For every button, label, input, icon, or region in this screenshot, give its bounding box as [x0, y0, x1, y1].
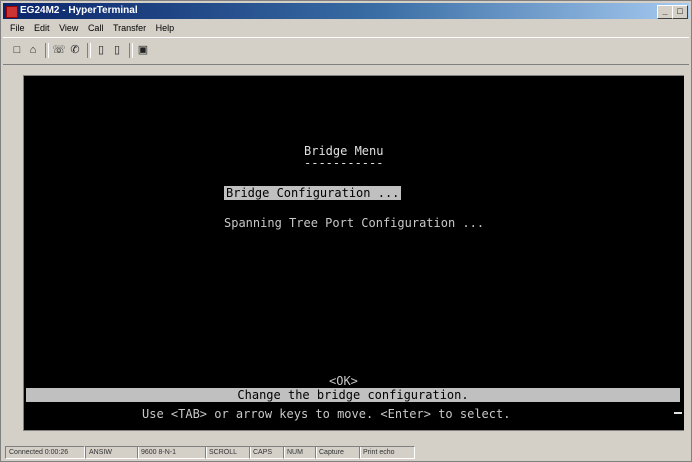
status-bar: Connected 0:00:26 ANSIW 9600 8-N-1 SCROL… [3, 445, 689, 459]
menu-transfer[interactable]: Transfer [113, 21, 146, 35]
toolbar: □ ⌂ ☏ ✆ ▯ ▯ ▣ [3, 37, 689, 65]
maximize-button[interactable]: □ [672, 5, 688, 19]
menu-help[interactable]: Help [156, 21, 175, 35]
status-port-settings: 9600 8-N-1 [137, 446, 207, 459]
status-emulation: ANSIW [85, 446, 139, 459]
toolbar-separator [45, 43, 49, 58]
menu-item-spanning-tree-port-configuration[interactable]: Spanning Tree Port Configuration ... [224, 216, 484, 230]
send-icon[interactable]: ▯ [93, 43, 109, 58]
menu-bar: File Edit View Call Transfer Help [3, 21, 689, 35]
text-cursor [674, 412, 682, 414]
window-title: EG24M2 - HyperTerminal [20, 5, 138, 16]
terminal-status-text: Change the bridge configuration. [26, 388, 680, 402]
toolbar-separator [129, 43, 133, 58]
menu-edit[interactable]: Edit [34, 21, 50, 35]
menu-title-underline: ----------- [304, 156, 384, 170]
status-capture: Capture [315, 446, 361, 459]
status-caps: CAPS [249, 446, 285, 459]
menu-file[interactable]: File [10, 21, 25, 35]
minimize-button[interactable]: _ [657, 5, 673, 19]
receive-icon[interactable]: ▯ [109, 43, 125, 58]
properties-icon[interactable]: ▣ [135, 43, 151, 58]
toolbar-separator [87, 43, 91, 58]
terminal-screen[interactable]: Bridge Menu ----------- Bridge Configura… [23, 75, 685, 431]
menu-view[interactable]: View [59, 21, 78, 35]
disconnect-icon[interactable]: ✆ [67, 43, 83, 58]
ok-button[interactable]: <OK> [329, 374, 358, 388]
menu-call[interactable]: Call [88, 21, 104, 35]
new-connection-icon[interactable]: □ [9, 43, 25, 58]
status-num: NUM [283, 446, 317, 459]
title-bar: EG24M2 - HyperTerminal _ □ [3, 3, 689, 19]
hyperterminal-window: EG24M2 - HyperTerminal _ □ File Edit Vie… [0, 0, 692, 462]
open-icon[interactable]: ⌂ [25, 43, 41, 58]
status-print-echo: Print echo [359, 446, 415, 459]
menu-item-bridge-configuration[interactable]: Bridge Configuration ... [224, 186, 402, 200]
status-scroll: SCROLL [205, 446, 251, 459]
vertical-scrollbar[interactable] [684, 75, 690, 431]
status-connection-time: Connected 0:00:26 [5, 446, 85, 459]
app-icon [6, 6, 18, 18]
connect-icon[interactable]: ☏ [51, 43, 67, 58]
terminal-help-text: Use <TAB> or arrow keys to move. <Enter>… [142, 407, 511, 421]
